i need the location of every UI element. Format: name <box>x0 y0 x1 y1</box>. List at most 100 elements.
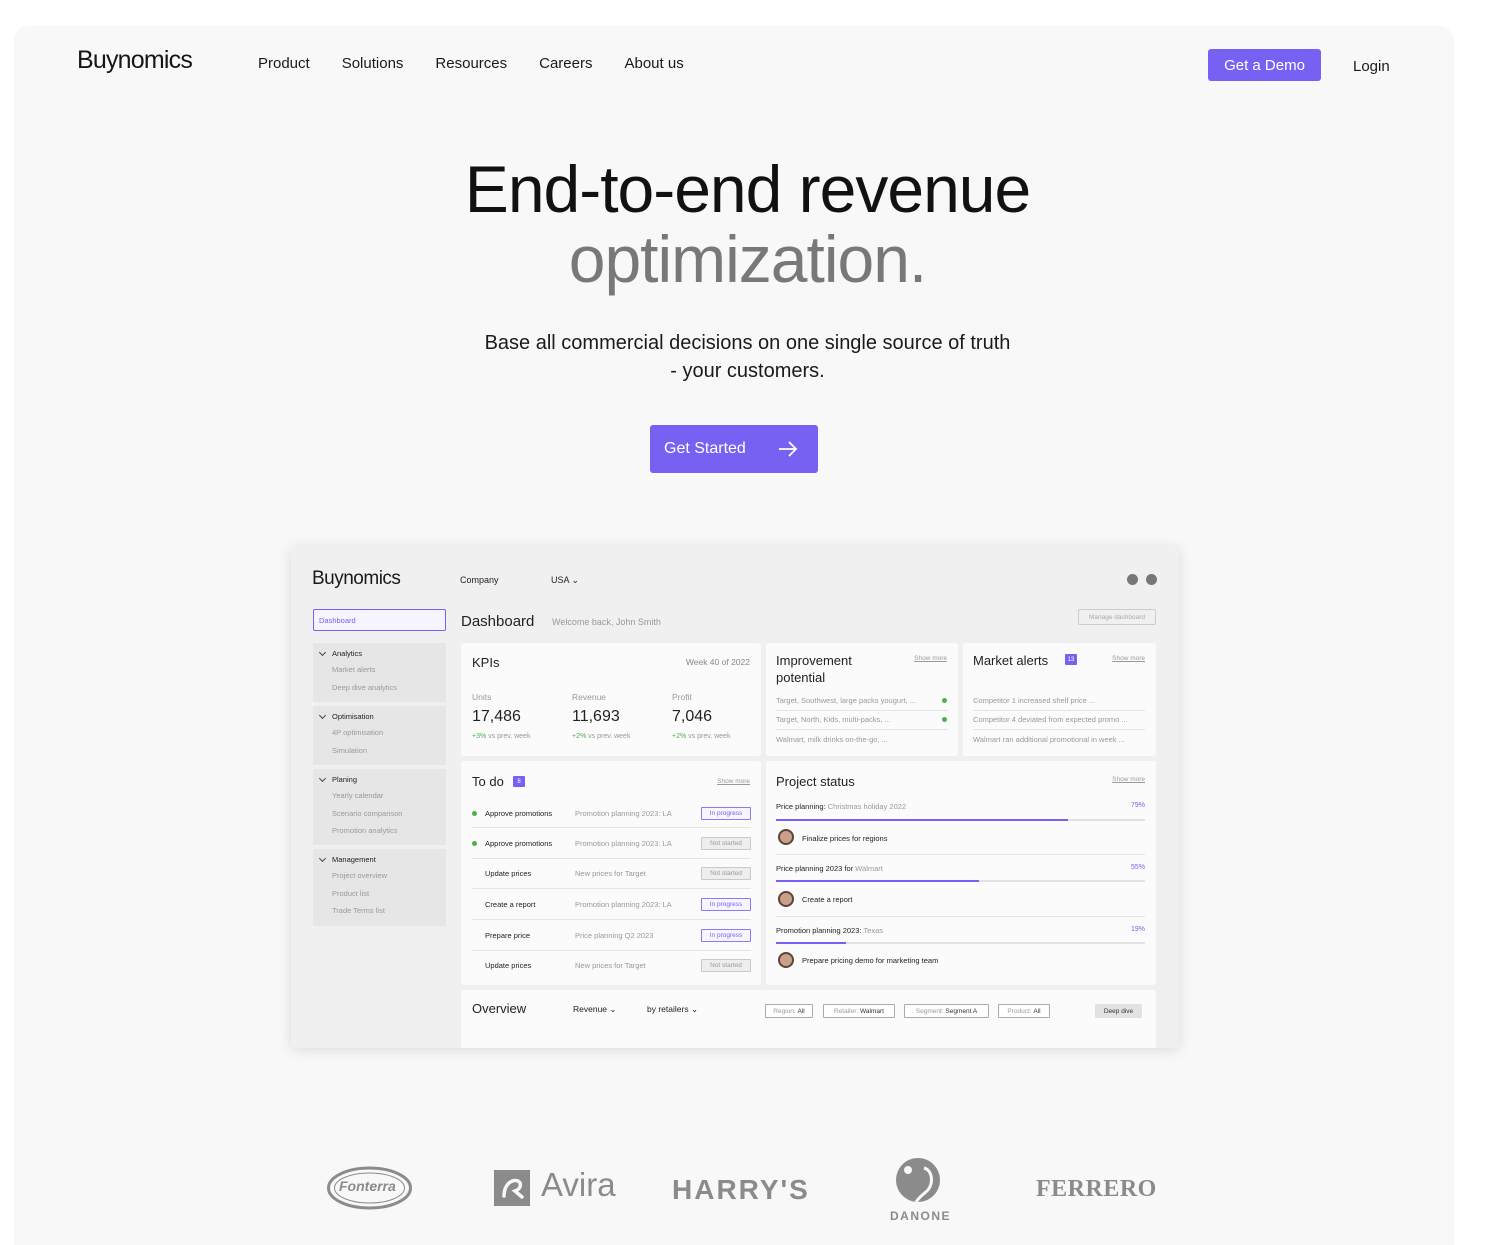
project-task[interactable]: Prepare pricing demo for marketing team <box>802 956 938 965</box>
sidebar-item[interactable]: Deep dive analytics <box>313 679 446 697</box>
sidebar-group-analytics: Analytics Market alerts Deep dive analyt… <box>313 643 446 702</box>
nav-careers[interactable]: Careers <box>539 55 592 72</box>
status-dot <box>472 841 477 846</box>
project-name-label: Price planning 2023 for <box>776 864 854 873</box>
project-task[interactable]: Finalize prices for regions <box>802 834 887 843</box>
overview-title: Overview <box>472 1001 527 1016</box>
todo-task[interactable]: Approve promotions <box>485 839 552 848</box>
nav-resources[interactable]: Resources <box>435 55 507 72</box>
fonterra-wordmark: Fonterra <box>339 1178 396 1194</box>
login-link[interactable]: Login <box>1353 58 1390 75</box>
grouping-label: by retailers <box>647 1004 689 1014</box>
todo-task[interactable]: Update prices <box>485 869 531 878</box>
kpi-value: 17,486 <box>472 708 521 725</box>
brand-logo[interactable]: Buynomics <box>77 46 193 75</box>
progress-bar <box>776 880 1145 882</box>
metric-selector[interactable]: Revenue ⌄ <box>573 1004 617 1015</box>
status-badge: In progress <box>701 898 751 911</box>
sidebar-group-title[interactable]: Management <box>313 855 446 867</box>
overview-card: Overview Revenue ⌄ by retailers ⌄ Region… <box>461 990 1156 1048</box>
sidebar-item[interactable]: Trade Terms list <box>313 902 446 920</box>
sidebar-item[interactable]: Project overview <box>313 867 446 885</box>
grouping-selector[interactable]: by retailers ⌄ <box>647 1004 698 1015</box>
kpi-change-suffix: vs prev. week <box>588 733 631 740</box>
project-percent: 55% <box>1130 864 1145 871</box>
nav-product[interactable]: Product <box>258 55 310 72</box>
improvement-title-line1: Improvement <box>776 653 852 668</box>
sidebar-item[interactable]: 4P optimisation <box>313 724 446 742</box>
show-more-link[interactable]: Show more <box>1112 655 1145 662</box>
market-alerts-title: Market alerts <box>973 653 1049 668</box>
kpi-value: 7,046 <box>672 708 713 725</box>
hero-subtitle-line2: - your customers. <box>670 360 825 382</box>
todo-task[interactable]: Update prices <box>485 961 531 970</box>
kpi-change: +2% vs prev. week <box>572 733 630 740</box>
product-filter[interactable]: Product: All <box>998 1004 1050 1018</box>
project-name[interactable]: Price planning: Christmas holiday 2022 <box>776 802 906 811</box>
project-name[interactable]: Promotion planning 2023: Texas <box>776 926 883 935</box>
improvement-row[interactable]: Target, North, Kids, multi-packs, ... <box>776 715 891 724</box>
kpi-change-suffix: vs prev. week <box>488 733 531 740</box>
sidebar-group-title[interactable]: Planing <box>313 775 446 787</box>
segment-filter[interactable]: Segment: Segment A <box>904 1004 989 1018</box>
main-nav: Product Solutions Resources Careers Abou… <box>258 55 716 72</box>
status-badge: In progress <box>701 929 751 942</box>
improvement-row[interactable]: Walmart, milk drinks on-the-go, ... <box>776 735 888 744</box>
country-selector[interactable]: USA ⌄ <box>551 575 579 586</box>
filter-value: All <box>1033 1007 1041 1015</box>
sidebar-item-dashboard[interactable]: Dashboard <box>313 609 446 631</box>
get-started-button[interactable]: Get Started <box>650 425 818 473</box>
chevron-down-icon: ⌄ <box>571 575 580 585</box>
sidebar-item[interactable]: Scenario comparison <box>313 805 446 823</box>
alert-row[interactable]: Competitor 4 deviated from expected prom… <box>973 715 1128 724</box>
manage-dashboard-button[interactable]: Manage dashboard <box>1078 609 1156 625</box>
project-status-title: Project status <box>776 774 855 789</box>
divider <box>472 950 751 951</box>
sidebar-item[interactable]: Product list <box>313 885 446 903</box>
user-icon[interactable] <box>1146 574 1157 585</box>
show-more-link[interactable]: Show more <box>914 655 947 662</box>
kpi-change-percent: +2% <box>672 733 687 740</box>
sidebar-item[interactable]: Simulation <box>313 742 446 760</box>
sidebar-group-title[interactable]: Optimisation <box>313 712 446 724</box>
status-badge: In progress <box>701 807 751 820</box>
filter-key: Segment: <box>915 1007 944 1015</box>
todo-task[interactable]: Approve promotions <box>485 809 552 818</box>
kpi-value: 11,693 <box>572 708 620 725</box>
dashboard-preview: Buynomics Company USA ⌄ Dashboard Analyt… <box>291 547 1179 1048</box>
alerts-count-badge: 13 <box>1065 654 1077 665</box>
todo-project: Promotion planning 2023: LA <box>575 839 672 848</box>
avatar <box>778 891 794 907</box>
show-more-link[interactable]: Show more <box>1112 776 1145 783</box>
retailer-filter[interactable]: Retailer: Walmart <box>823 1004 895 1018</box>
project-name[interactable]: Price planning 2023 for Walmart <box>776 864 883 873</box>
status-badge: Not started <box>701 867 751 880</box>
project-task[interactable]: Create a report <box>802 895 852 904</box>
get-started-label: Get Started <box>664 440 746 457</box>
sidebar-item[interactable]: Market alerts <box>313 661 446 679</box>
improvement-row[interactable]: Target, Southwest, large packs yougurt, … <box>776 696 916 705</box>
avira-umbrella-icon <box>494 1170 530 1206</box>
todo-task[interactable]: Prepare price <box>485 931 530 940</box>
filter-value: Segment A <box>945 1007 978 1015</box>
company-selector[interactable]: Company <box>460 575 499 585</box>
sidebar-item[interactable]: Yearly calendar <box>313 787 446 805</box>
nav-solutions[interactable]: Solutions <box>342 55 404 72</box>
show-more-link[interactable]: Show more <box>717 778 750 785</box>
nav-about-us[interactable]: About us <box>624 55 683 72</box>
get-a-demo-button[interactable]: Get a Demo <box>1208 49 1321 81</box>
hero-subtitle-line1: Base all commercial decisions on one sin… <box>484 332 1011 354</box>
divider <box>472 827 751 828</box>
progress-fill <box>776 880 979 882</box>
filter-value: Walmart <box>860 1007 884 1015</box>
alert-row[interactable]: Walmart ran additional promotional in we… <box>973 735 1125 744</box>
gear-icon[interactable] <box>1127 574 1138 585</box>
sidebar-group-title[interactable]: Analytics <box>313 649 446 661</box>
project-detail: Walmart <box>855 864 883 873</box>
todo-task[interactable]: Create a report <box>485 900 535 909</box>
region-filter[interactable]: Region: All <box>765 1004 813 1018</box>
sidebar-item[interactable]: Promotion analytics <box>313 822 446 840</box>
deep-dive-button[interactable]: Deep dive <box>1095 1004 1142 1018</box>
project-detail: Texas <box>863 926 884 935</box>
alert-row[interactable]: Competitor 1 increased shelf price ... <box>973 696 1095 705</box>
